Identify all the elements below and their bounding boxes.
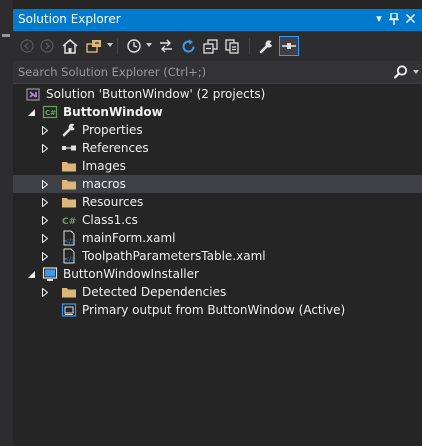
xaml-file-icon: </>	[61, 230, 77, 246]
solution-explorer-panel: Solution Explorer ▾ Search Solution Expl…	[13, 9, 422, 446]
csharp-project-icon: C#	[42, 104, 58, 120]
tree-item-label: ButtonWindow	[63, 105, 163, 119]
tree-item-detected-dependencies[interactable]: Detected Dependencies	[13, 283, 422, 301]
show-all-files-icon[interactable]	[223, 35, 241, 57]
toolbar-separator	[249, 38, 250, 54]
collapse-all-icon[interactable]	[201, 35, 219, 57]
svg-text:C#: C#	[45, 109, 56, 117]
tree-item-label: Class1.cs	[82, 213, 138, 227]
pin-icon[interactable]	[387, 11, 401, 27]
tree-item-label: ButtonWindowInstaller	[63, 267, 199, 281]
tree-item-label: macros	[82, 177, 126, 191]
tree-item-primary-output[interactable]: Primary output from ButtonWindow (Active…	[13, 301, 422, 319]
home-icon[interactable]	[61, 35, 79, 57]
expanded-triangle-icon[interactable]	[26, 103, 36, 121]
collapsed-triangle-icon[interactable]	[40, 211, 50, 229]
tree-item-references[interactable]: References	[13, 139, 422, 157]
tree-item-mainform-xaml[interactable]: </> mainForm.xaml	[13, 229, 422, 247]
chevron-down-icon[interactable]	[107, 43, 113, 47]
folder-icon	[61, 284, 77, 300]
tree-item-macros[interactable]: macros	[13, 175, 422, 193]
tree-item-toolpath-xaml[interactable]: </> ToolpathParametersTable.xaml	[13, 247, 422, 265]
tree-item-label: Solution 'ButtonWindow' (2 projects)	[46, 87, 266, 101]
folder-icon	[61, 176, 77, 192]
collapsed-triangle-icon[interactable]	[40, 121, 50, 139]
primary-output-icon	[61, 302, 77, 318]
toolbar-separator	[117, 38, 118, 54]
tree-item-resources[interactable]: Resources	[13, 193, 422, 211]
pending-changes-filter-icon[interactable]	[125, 35, 143, 57]
search-bar	[13, 61, 422, 84]
tree-item-label: Detected Dependencies	[82, 285, 227, 299]
back-icon[interactable]	[19, 35, 35, 57]
tree-item-label: mainForm.xaml	[82, 231, 176, 245]
svg-text:</>: </>	[64, 256, 76, 263]
refresh-icon[interactable]	[179, 35, 197, 57]
tree-item-label: Primary output from ButtonWindow (Active…	[82, 303, 346, 317]
svg-text:</>: </>	[64, 238, 76, 245]
tree-item-label: Properties	[82, 123, 143, 137]
expanded-triangle-icon[interactable]	[26, 265, 36, 283]
preview-selected-items-icon[interactable]	[279, 36, 299, 56]
tree-item-solution[interactable]: Solution 'ButtonWindow' (2 projects)	[13, 85, 422, 103]
collapsed-triangle-icon[interactable]	[40, 283, 50, 301]
tree-item-label: References	[82, 141, 149, 155]
switch-views-icon[interactable]	[157, 35, 175, 57]
folder-icon	[61, 158, 77, 174]
tree-item-project-buttonwindow[interactable]: C# ButtonWindow	[13, 103, 422, 121]
edge-marker	[2, 34, 10, 37]
folder-icon	[61, 194, 77, 210]
search-options-chevron-down-icon[interactable]	[413, 70, 419, 74]
chevron-down-icon[interactable]	[146, 43, 152, 47]
left-edge-strip	[0, 0, 13, 446]
sync-active-document-icon[interactable]	[85, 35, 103, 57]
xaml-file-icon: </>	[61, 248, 77, 264]
tree-item-properties[interactable]: Properties	[13, 121, 422, 139]
collapsed-triangle-icon[interactable]	[40, 193, 50, 211]
collapsed-triangle-icon[interactable]	[40, 229, 50, 247]
close-icon[interactable]	[403, 11, 417, 27]
panel-title: Solution Explorer	[18, 12, 121, 26]
toolbar	[13, 31, 422, 61]
tree-item-images[interactable]: Images	[13, 157, 422, 175]
collapsed-triangle-icon[interactable]	[40, 247, 50, 265]
collapsed-triangle-icon[interactable]	[40, 139, 50, 157]
wrench-icon[interactable]	[257, 35, 275, 57]
collapsed-triangle-icon[interactable]	[40, 175, 50, 193]
tree-item-label: Resources	[82, 195, 144, 209]
wrench-icon	[61, 122, 79, 138]
search-input[interactable]	[13, 61, 393, 82]
solution-icon	[25, 86, 41, 102]
tree-item-class1-cs[interactable]: C# Class1.cs	[13, 211, 422, 229]
title-bar: Solution Explorer ▾	[13, 9, 422, 31]
tree-item-label: ToolpathParametersTable.xaml	[82, 249, 266, 263]
tree-item-project-installer[interactable]: ButtonWindowInstaller	[13, 265, 422, 283]
svg-text:C#: C#	[62, 217, 76, 227]
forward-icon[interactable]	[39, 35, 55, 57]
tree-item-label: Images	[82, 159, 126, 173]
setup-project-icon	[42, 266, 58, 282]
window-position-dropdown-icon[interactable]: ▾	[372, 11, 386, 27]
references-icon	[61, 140, 77, 156]
csharp-file-icon: C#	[61, 212, 77, 228]
search-icon[interactable]	[393, 64, 408, 83]
